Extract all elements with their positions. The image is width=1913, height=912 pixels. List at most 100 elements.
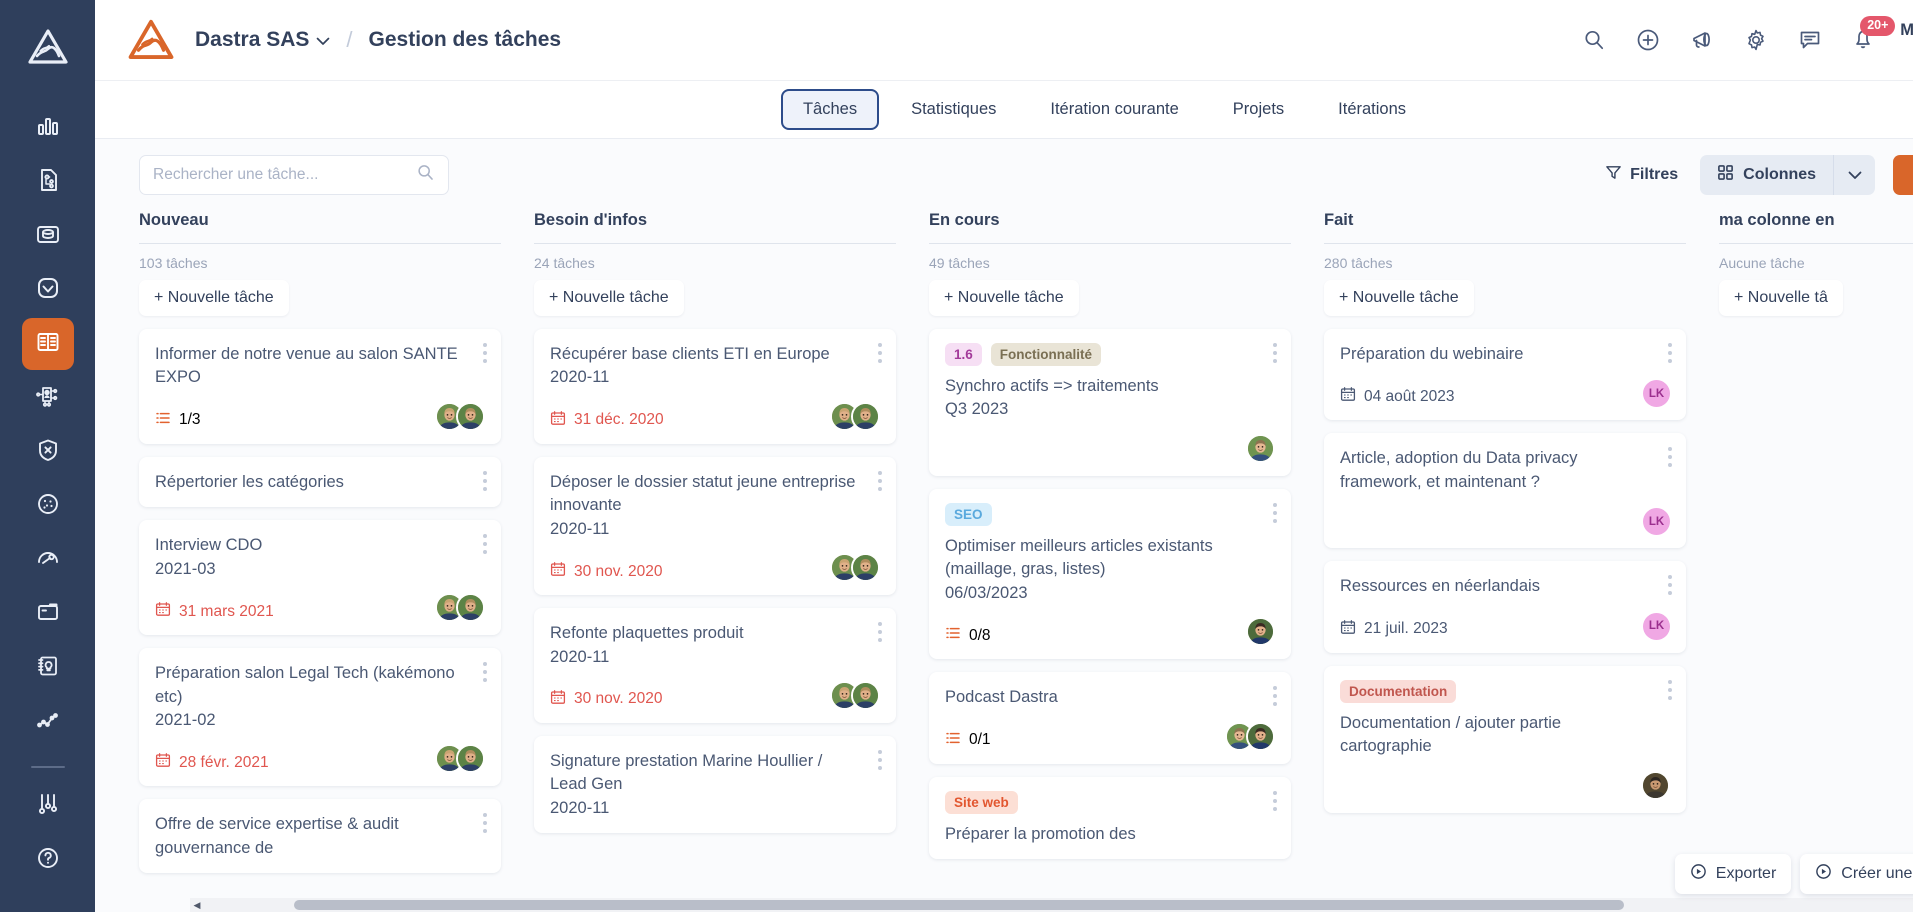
task-card[interactable]: Signature prestation Marine Houllier / L… <box>534 735 896 834</box>
sidebar-item-projects-folder[interactable] <box>22 588 74 640</box>
task-card[interactable]: Préparation du webinaire 04 août 2023 LK <box>1324 329 1686 421</box>
sidebar-item-data-repository[interactable] <box>22 210 74 262</box>
card-menu-button[interactable] <box>1668 575 1672 596</box>
avatar[interactable] <box>1641 770 1670 800</box>
task-card[interactable]: Refonte plaquettes produit 2020-11 30 nov.… <box>534 608 896 723</box>
dastra-logo-icon[interactable] <box>19 18 77 76</box>
tab-statistiques[interactable]: Statistiques <box>889 89 1018 130</box>
card-menu-button[interactable] <box>1273 790 1277 811</box>
columns-dropdown-toggle[interactable] <box>1833 155 1876 195</box>
sidebar-item-task-board[interactable] <box>21 318 74 370</box>
card-tag[interactable]: Fonctionnalité <box>990 343 1102 366</box>
avatar[interactable] <box>1246 433 1275 463</box>
sidebar-item-knowledge[interactable] <box>22 642 74 694</box>
gear-icon[interactable] <box>1742 26 1770 54</box>
card-menu-button[interactable] <box>483 470 487 491</box>
user-menu[interactable]: Marine Boquien DASTRA SAS <box>1900 20 1913 59</box>
card-menu-button[interactable] <box>1273 343 1277 363</box>
avatar[interactable] <box>851 401 880 431</box>
card-footer: 1/3 <box>155 401 485 431</box>
horizontal-scroll-thumb[interactable] <box>294 900 1624 910</box>
search-icon[interactable] <box>1580 26 1608 54</box>
card-menu-button[interactable] <box>1668 679 1672 700</box>
card-tag[interactable]: Documentation <box>1340 679 1457 703</box>
sidebar-item-dashboard-chart[interactable] <box>22 102 74 154</box>
task-card[interactable]: Podcast Dastra 0/1 <box>929 672 1291 764</box>
avatar[interactable]: LK <box>1643 508 1670 536</box>
card-menu-button[interactable] <box>1273 502 1277 523</box>
avatar[interactable] <box>1246 721 1275 751</box>
task-card[interactable]: Article, adoption du Data privacy framew… <box>1324 433 1686 549</box>
sidebar-item-settings-sliders[interactable] <box>22 780 74 832</box>
card-menu-button[interactable] <box>878 470 882 491</box>
export-button[interactable]: Exporter <box>1674 854 1792 894</box>
avatar[interactable] <box>456 593 485 623</box>
task-card[interactable]: 1.6 Fonctionnalité Synchro actifs => trait… <box>929 329 1291 476</box>
notifications-button[interactable]: 20+ <box>1850 16 1896 55</box>
avatar[interactable] <box>456 744 485 774</box>
card-menu-button[interactable] <box>1273 686 1277 707</box>
add-task-button[interactable]: + Nouvelle tâche <box>929 280 1079 316</box>
organization-selector[interactable]: Dastra SAS <box>195 28 330 52</box>
task-card[interactable]: Offre de service expertise & audit gouve… <box>139 799 501 874</box>
card-menu-button[interactable] <box>483 662 487 683</box>
avatar[interactable] <box>851 553 880 583</box>
columns-button[interactable]: Colonnes <box>1700 155 1834 195</box>
card-tag[interactable]: SEO <box>945 502 992 526</box>
add-task-button[interactable]: + Nouvelle tâche <box>534 280 684 316</box>
add-task-button[interactable]: + Nouvelle tâche <box>139 280 289 316</box>
card-tag[interactable]: Site web <box>945 790 1018 814</box>
create-task-button[interactable]: Créer une tâche <box>1800 854 1913 894</box>
task-card[interactable]: Documentation Documentation / ajouter par… <box>1324 665 1686 813</box>
sidebar-item-records[interactable] <box>22 156 74 208</box>
avatar[interactable]: LK <box>1643 612 1670 640</box>
card-menu-button[interactable] <box>878 749 882 770</box>
sidebar-item-risks[interactable] <box>22 426 74 478</box>
search-input[interactable] <box>153 166 416 184</box>
task-card[interactable]: Préparation salon Legal Tech (kakémono e… <box>139 648 501 787</box>
scroll-left-arrow[interactable]: ◀ <box>190 898 204 912</box>
task-card[interactable]: Répertorier les catégories <box>139 456 501 508</box>
search-task-box[interactable] <box>139 155 449 195</box>
chat-icon[interactable] <box>1796 26 1824 54</box>
plus-circle-icon[interactable] <box>1634 26 1662 54</box>
task-card[interactable]: Interview CDO 2021-03 31 mars 2021 <box>139 520 501 636</box>
brand-logo-icon[interactable] <box>123 12 179 68</box>
avatar[interactable]: LK <box>1643 380 1670 408</box>
megaphone-icon[interactable] <box>1688 26 1716 54</box>
avatar[interactable] <box>1246 617 1275 647</box>
task-card[interactable]: Récupérer base clients ETI en Europe 2020… <box>534 329 896 444</box>
card-menu-button[interactable] <box>878 622 882 643</box>
sidebar-item-analytics[interactable] <box>22 696 74 748</box>
card-meta-label: 28 févr. 2021 <box>179 753 269 771</box>
card-tag[interactable]: 1.6 <box>945 343 982 366</box>
task-card[interactable]: Informer de notre venue au salon SANTE E… <box>139 329 501 444</box>
card-menu-button[interactable] <box>1668 343 1672 363</box>
tab-iteration-courante[interactable]: Itération courante <box>1028 89 1200 130</box>
task-card[interactable]: SEO Optimiser meilleurs articles existant… <box>929 488 1291 660</box>
sidebar-item-subjects[interactable] <box>22 372 74 424</box>
tab-iterations[interactable]: Itérations <box>1316 89 1428 130</box>
filters-button[interactable]: Filtres <box>1605 164 1678 186</box>
avatar[interactable] <box>851 680 880 710</box>
sidebar-item-help[interactable] <box>22 834 74 886</box>
search-icon[interactable] <box>416 163 435 187</box>
sidebar-item-cookies[interactable] <box>22 480 74 532</box>
card-menu-button[interactable] <box>483 534 487 555</box>
sidebar-item-compliance[interactable] <box>22 264 74 316</box>
board-horizontal-scrollbar[interactable]: ◀ ▶ <box>190 898 1913 912</box>
sidebar-item-maturity[interactable] <box>22 534 74 586</box>
task-card[interactable]: Ressources en néerlandais 21 juil. 2023 LK <box>1324 561 1686 653</box>
task-card[interactable]: Site web Préparer la promotion des <box>929 776 1291 859</box>
card-menu-button[interactable] <box>1668 447 1672 468</box>
card-menu-button[interactable] <box>483 813 487 834</box>
new-task-button[interactable]: Nouvelle tâche <box>1893 155 1913 195</box>
task-card[interactable]: Déposer le dossier statut jeune entrepri… <box>534 456 896 596</box>
add-task-button[interactable]: + Nouvelle tâche <box>1324 280 1474 316</box>
card-menu-button[interactable] <box>483 343 487 363</box>
tab-taches[interactable]: Tâches <box>780 89 880 130</box>
add-task-button[interactable]: + Nouvelle tâ <box>1719 280 1843 316</box>
tab-projets[interactable]: Projets <box>1211 89 1306 130</box>
avatar[interactable] <box>456 401 485 431</box>
card-menu-button[interactable] <box>878 343 882 363</box>
